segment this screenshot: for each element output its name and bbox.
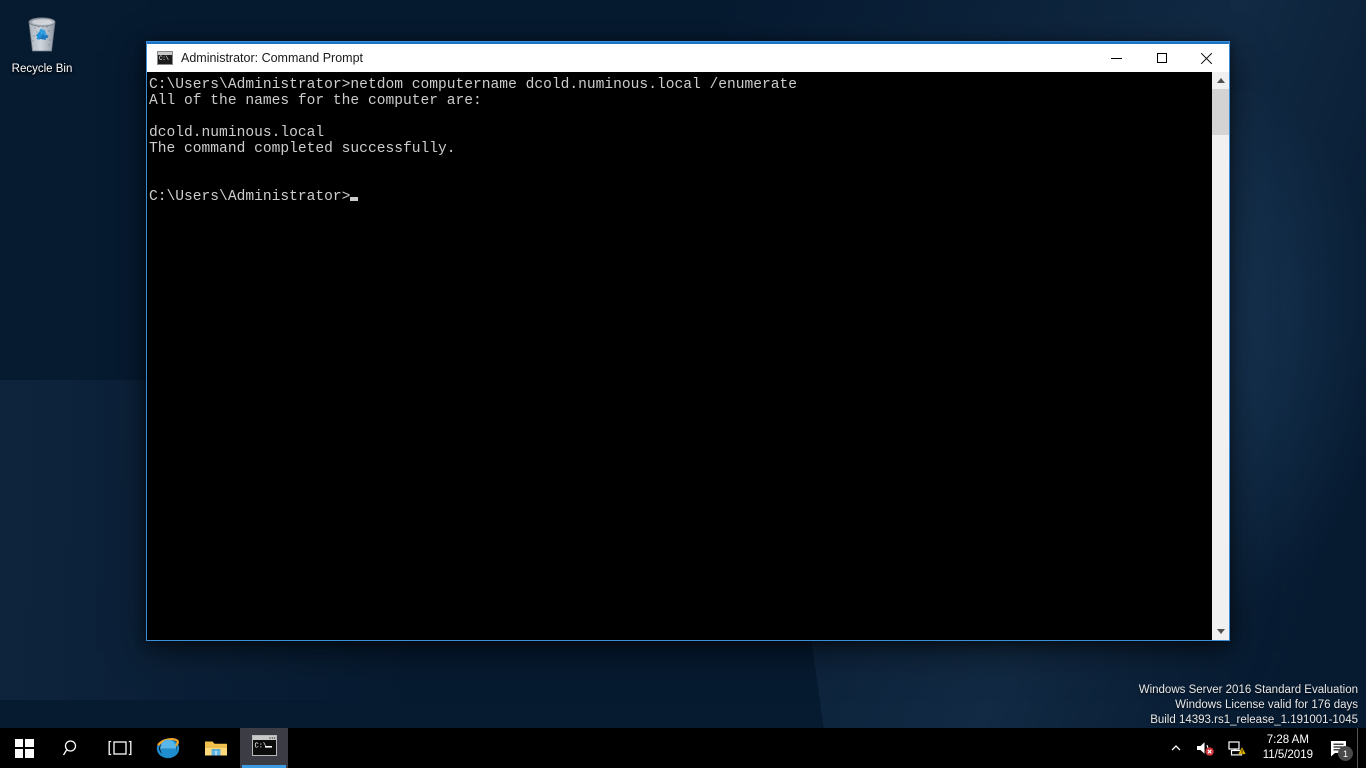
scroll-up-icon [1216, 78, 1225, 83]
windows-start-icon [14, 738, 34, 758]
taskbar-app-internet-explorer[interactable] [144, 728, 192, 768]
console-prompt: C:\Users\Administrator> [149, 189, 351, 205]
watermark-line-license: Windows License valid for 176 days [1175, 699, 1358, 711]
scroll-down-icon [1216, 629, 1225, 634]
desktop-icon-label: Recycle Bin [11, 63, 73, 75]
file-explorer-icon [205, 741, 227, 756]
desktop[interactable]: Recycle Bin C:\ Administrator: Command P… [0, 0, 1366, 768]
internet-explorer-icon [156, 738, 180, 759]
search-icon [62, 740, 77, 756]
show-desktop-button[interactable] [1357, 728, 1364, 768]
command-prompt-taskbar-icon: C:\ [251, 735, 277, 761]
task-view-icon [108, 740, 132, 756]
console-cursor [350, 197, 359, 201]
command-prompt-icon-text: C:\ [159, 55, 169, 62]
search-button[interactable] [48, 728, 96, 768]
clock-date: 11/5/2019 [1262, 749, 1313, 761]
start-button[interactable] [0, 728, 48, 768]
scrollbar-track[interactable] [1212, 89, 1229, 623]
minimize-button[interactable] [1094, 44, 1139, 72]
volume-muted-icon [1196, 742, 1214, 756]
task-view-button[interactable] [96, 728, 144, 768]
window-body: C:\Users\Administrator>netdom computerna… [147, 72, 1229, 640]
recycle-bin-icon [18, 10, 66, 58]
maximize-icon [1156, 53, 1167, 63]
show-hidden-icons-button[interactable] [1163, 728, 1189, 768]
clock-time: 7:28 AM [1266, 734, 1309, 746]
notification-badge: 1 [1338, 746, 1353, 761]
window-controls [1094, 44, 1229, 72]
watermark-line-build: Build 14393.rs1_release_1.191001-1045 [1150, 714, 1358, 726]
system-tray: 7:28 AM 11/5/2019 1 [1163, 728, 1366, 768]
console-prompt-line: C:\Users\Administrator> [149, 189, 1211, 205]
console-line: The command completed successfully. [149, 141, 456, 157]
close-icon [1200, 52, 1213, 65]
taskbar[interactable]: C:\ 7:28 AM 11/5/2019 1 [0, 728, 1366, 768]
action-center-button[interactable]: 1 [1323, 728, 1357, 768]
command-prompt-window[interactable]: C:\ Administrator: Command Prompt C:\Use… [146, 41, 1230, 641]
console-output-area[interactable]: C:\Users\Administrator>netdom computerna… [147, 72, 1211, 640]
watermark-line-product: Windows Server 2016 Standard Evaluation [1138, 684, 1358, 696]
maximize-button[interactable] [1139, 44, 1184, 72]
taskbar-app-file-explorer[interactable] [192, 728, 240, 768]
scroll-up-button[interactable] [1212, 72, 1229, 89]
close-button[interactable] [1184, 44, 1229, 72]
scroll-down-button[interactable] [1212, 623, 1229, 640]
scrollbar-thumb[interactable] [1212, 89, 1229, 135]
console-line: All of the names for the computer are: [149, 93, 482, 109]
volume-button[interactable] [1189, 728, 1221, 768]
network-button[interactable] [1221, 728, 1253, 768]
taskbar-app-command-prompt[interactable]: C:\ [240, 728, 288, 768]
console-line: C:\Users\Administrator>netdom computerna… [149, 77, 798, 93]
console-scrollbar[interactable] [1211, 72, 1229, 640]
clock[interactable]: 7:28 AM 11/5/2019 [1253, 728, 1323, 768]
window-titlebar[interactable]: C:\ Administrator: Command Prompt [147, 42, 1229, 72]
evaluation-watermark: Windows Server 2016 Standard Evaluation … [1139, 683, 1358, 728]
command-prompt-icon: C:\ [157, 51, 173, 65]
show-hidden-icons-icon [1171, 745, 1181, 751]
console-line: dcold.numinous.local [149, 125, 325, 141]
minimize-icon [1111, 57, 1122, 59]
window-title: Administrator: Command Prompt [181, 51, 364, 65]
desktop-icon-recycle-bin[interactable]: Recycle Bin [4, 6, 80, 76]
network-warning-icon [1228, 741, 1246, 756]
taskbar-empty-area [288, 728, 1163, 768]
